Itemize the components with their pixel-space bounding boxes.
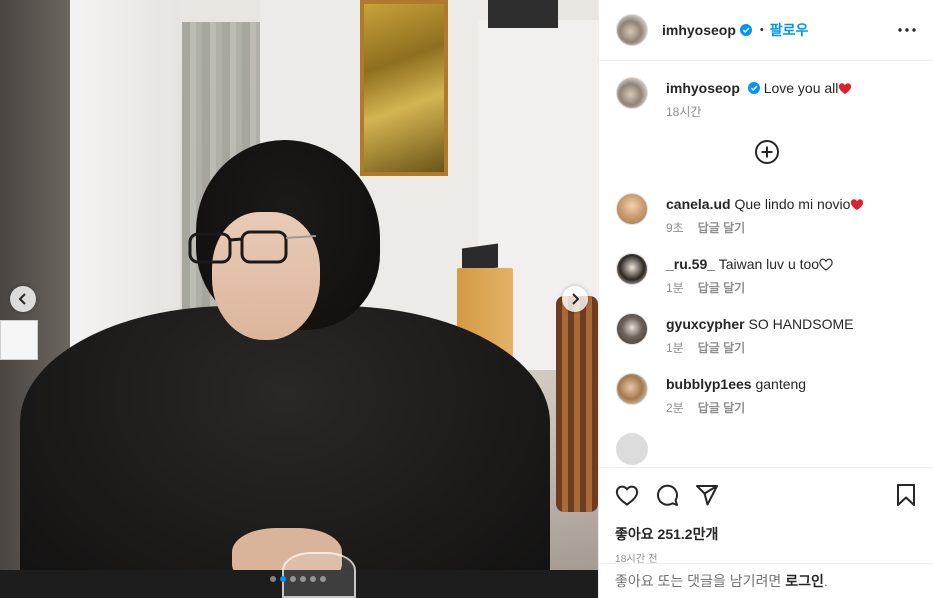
photo-chair (556, 296, 598, 512)
carousel-prev-button[interactable] (10, 286, 36, 312)
comment-username[interactable]: canela.ud (666, 196, 731, 212)
photo-window (488, 0, 558, 28)
comment-time: 1분 (666, 281, 684, 295)
comment-body: canela.ud Que lindo mi novio 9초 답글 달기 (666, 195, 864, 237)
carousel-dot (320, 576, 326, 582)
heart-icon (615, 485, 639, 506)
more-dots-icon (898, 28, 916, 32)
reply-button[interactable]: 답글 달기 (698, 221, 746, 235)
verified-badge-icon (739, 24, 752, 36)
caption-username[interactable]: imhyoseop (666, 80, 740, 96)
list-item: canela.ud Que lindo mi novio 9초 답글 달기 (616, 193, 918, 237)
comment-button[interactable] (655, 483, 679, 507)
carousel-dot (270, 576, 276, 582)
caption-body: imhyoseop Love you all 18시간 (666, 79, 852, 121)
comment-text: Taiwan luv u too (718, 256, 820, 272)
avatar[interactable] (616, 77, 648, 109)
caption-meta: 18시간 (666, 103, 852, 121)
list-item: gyuxcypher SO HANDSOME 1분 답글 달기 (616, 313, 918, 357)
carousel-dot (290, 576, 296, 582)
avatar[interactable] (616, 373, 648, 405)
caption-time: 18시간 (666, 105, 702, 119)
verified-badge-icon (747, 82, 760, 94)
bookmark-icon (897, 484, 915, 506)
list-item: bubblyp1ees ganteng 2분 답글 달기 (616, 373, 918, 417)
reply-button[interactable]: 답글 달기 (698, 401, 746, 415)
comment-time: 9초 (666, 221, 684, 235)
login-prompt: 좋아요 또는 댓글을 남기려면 로그인. (599, 563, 933, 598)
reply-button[interactable]: 답글 달기 (698, 341, 746, 355)
carousel-dot (310, 576, 316, 582)
comment-meta: 2분 답글 달기 (666, 399, 806, 417)
comment-meta: 1분 답글 달기 (666, 339, 854, 357)
avatar[interactable] (616, 313, 648, 345)
comment-username[interactable]: gyuxcypher (666, 316, 745, 332)
avatar[interactable] (616, 253, 648, 285)
comments-section: imhyoseop Love you all 18시간 canela.ud Qu… (599, 61, 933, 467)
post-side-panel: imhyoseop • 팔로우 imhyoseop Love you all 1… (598, 0, 933, 598)
comment-body: bubblyp1ees ganteng 2분 답글 달기 (666, 375, 806, 417)
plus-circle-icon (755, 140, 779, 164)
comment-text: SO HANDSOME (748, 316, 854, 332)
comment-body: gyuxcypher SO HANDSOME 1분 답글 달기 (666, 315, 854, 357)
avatar[interactable] (616, 193, 648, 225)
photo-person-glasses (188, 230, 316, 264)
more-options-button[interactable] (897, 20, 917, 40)
post-caption: imhyoseop Love you all 18시간 (616, 77, 918, 121)
red-heart-icon (839, 83, 852, 94)
comment-username[interactable]: _ru.59_ (666, 256, 715, 272)
chevron-left-icon (18, 293, 26, 305)
comment-list: canela.ud Que lindo mi novio 9초 답글 달기 _ru.5… (616, 193, 918, 417)
save-button[interactable] (894, 483, 918, 507)
reply-button[interactable]: 답글 달기 (698, 281, 746, 295)
avatar[interactable] (616, 14, 648, 46)
post-actions: 좋아요 251.2만개 18시간 전 (599, 467, 933, 565)
caption-text: Love you all (763, 80, 839, 96)
carousel-dot (280, 576, 286, 582)
follow-button[interactable]: 팔로우 (770, 20, 809, 40)
photo-napkin (0, 320, 38, 360)
comment-text: ganteng (755, 376, 807, 392)
carousel-next-button[interactable] (562, 286, 588, 312)
header-username[interactable]: imhyoseop (662, 22, 736, 38)
likes-count[interactable]: 좋아요 251.2만개 (615, 524, 918, 544)
comment-time: 1분 (666, 341, 684, 355)
photo-painting (360, 0, 448, 176)
like-button[interactable] (615, 483, 639, 507)
comment-bubble-icon (657, 484, 679, 506)
chevron-right-icon (572, 293, 580, 305)
avatar[interactable] (616, 433, 648, 465)
action-icons (615, 482, 918, 508)
carousel-dots (270, 576, 326, 582)
list-item: _ru.59_ Taiwan luv u too 1분 답글 달기 (616, 253, 918, 297)
share-button[interactable] (695, 483, 719, 507)
post-header: imhyoseop • 팔로우 (599, 0, 933, 61)
carousel-dot (300, 576, 306, 582)
comment-body: _ru.59_ Taiwan luv u too 1분 답글 달기 (666, 255, 833, 297)
comment-meta: 1분 답글 달기 (666, 279, 833, 297)
white-heart-icon (819, 258, 833, 271)
comment-text: Que lindo mi novio (734, 196, 851, 212)
send-paper-plane-icon (696, 485, 718, 506)
comment-username[interactable]: bubblyp1ees (666, 376, 752, 392)
comment-meta: 9초 답글 달기 (666, 219, 864, 237)
photo-glass (282, 552, 356, 598)
post-photo (0, 0, 598, 598)
header-separator: • (759, 24, 764, 36)
login-link[interactable]: 로그인 (785, 571, 824, 591)
comment-time: 2분 (666, 401, 684, 415)
red-heart-icon (851, 199, 864, 210)
load-more-comments-button[interactable] (616, 139, 918, 169)
login-prompt-text: 좋아요 또는 댓글을 남기려면 (615, 573, 782, 589)
login-prompt-end: . (823, 573, 828, 589)
